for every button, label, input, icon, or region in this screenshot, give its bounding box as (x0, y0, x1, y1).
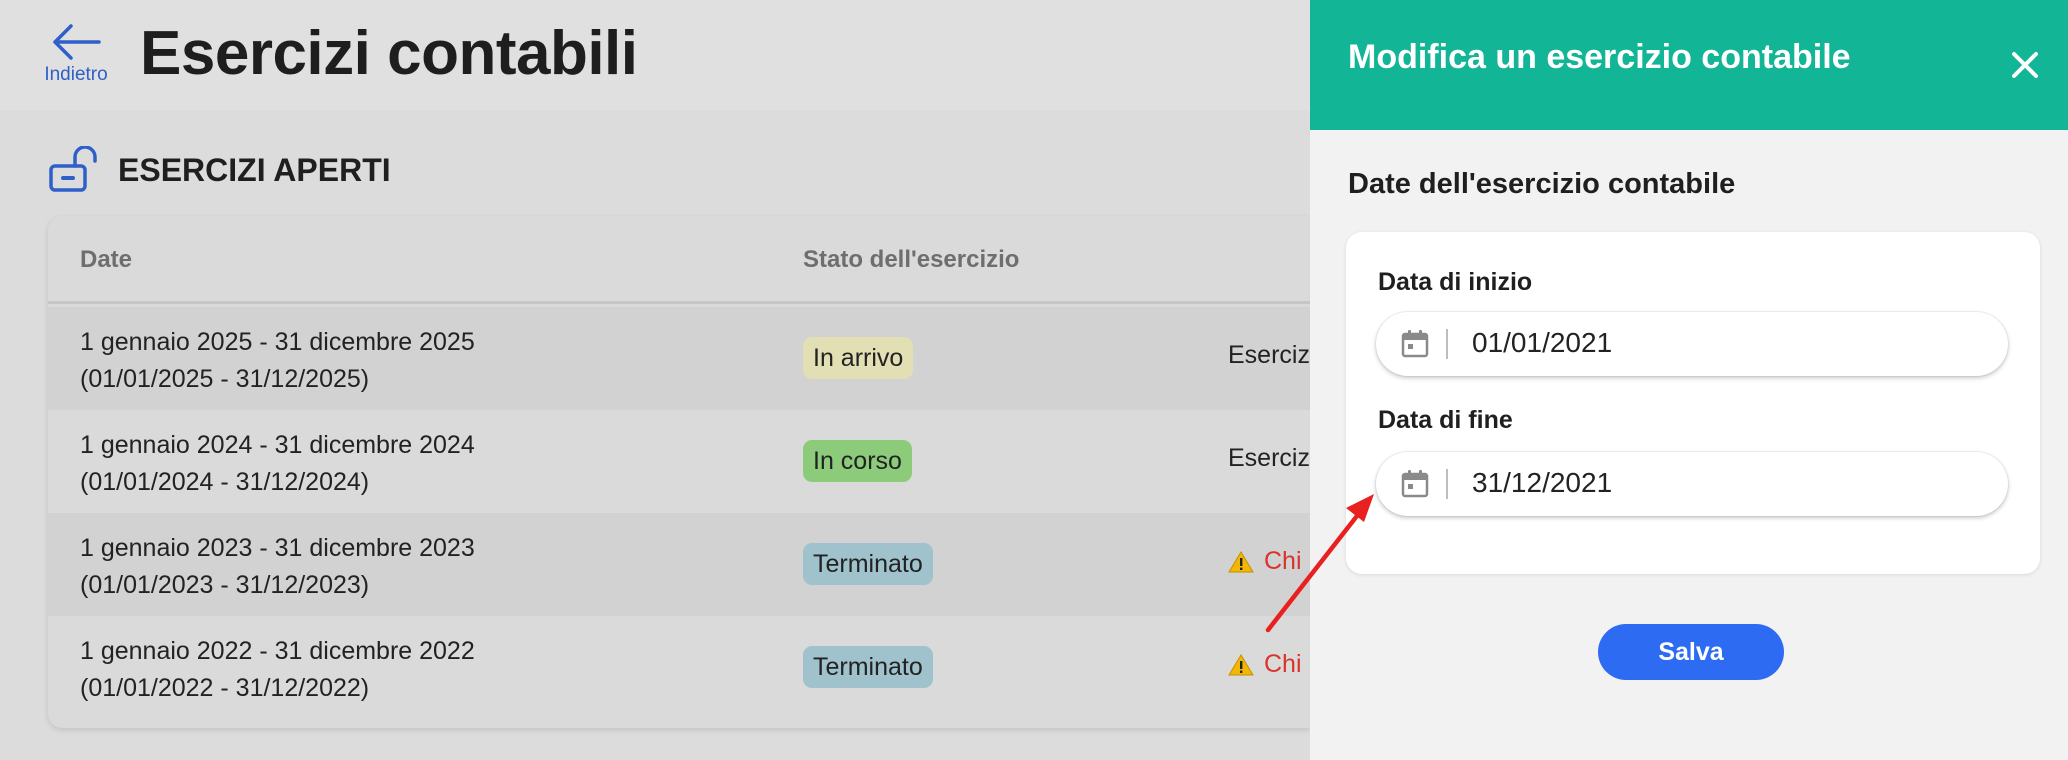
input-separator (1446, 329, 1448, 359)
period-dates: 1 gennaio 2025 - 31 dicembre 2025 (01/01… (80, 328, 475, 393)
back-label: Indietro (44, 64, 108, 85)
close-button[interactable] (2000, 40, 2050, 90)
end-date-value: 31/12/2021 (1472, 467, 1613, 498)
table-row[interactable]: 1 gennaio 2022 - 31 dicembre 2022 (01/01… (48, 616, 1310, 719)
accounting-periods-page: Indietro Esercizi contabili ESERCIZI APE… (0, 0, 1310, 760)
app-root: Indietro Esercizi contabili ESERCIZI APE… (0, 0, 2068, 760)
unlock-icon (49, 146, 97, 192)
section-title: ESERCIZI APERTI (118, 151, 391, 188)
calendar-icon (1401, 330, 1429, 358)
warning-icon (1228, 653, 1254, 675)
drawer-header: Modifica un esercizio contabile (1310, 0, 2068, 130)
action-label: Chi (1264, 547, 1302, 575)
column-header-status: Stato dell'esercizio (803, 246, 1020, 273)
row-action-link[interactable]: Eserciz (1228, 444, 1310, 473)
start-date-value: 01/01/2021 (1472, 327, 1613, 358)
back-button[interactable]: Indietro (38, 22, 114, 88)
table-row[interactable]: 1 gennaio 2024 - 31 dicembre 2024 (01/01… (48, 410, 1310, 513)
close-period-action[interactable]: Chi (1228, 650, 1302, 679)
input-separator (1446, 469, 1448, 499)
drawer-subtitle: Date dell'esercizio contabile (1348, 168, 1736, 200)
start-date-label: Data di inizio (1378, 268, 1533, 296)
table-row[interactable]: 1 gennaio 2023 - 31 dicembre 2023 (01/01… (48, 513, 1310, 616)
period-dates: 1 gennaio 2024 - 31 dicembre 2024 (01/01… (80, 431, 475, 496)
start-date-input[interactable]: 01/01/2021 (1376, 312, 2008, 376)
calendar-icon (1401, 470, 1429, 498)
status-badge: Terminato (803, 543, 933, 585)
status-badge: Terminato (803, 646, 933, 688)
action-label: Chi (1264, 650, 1302, 678)
open-periods-section-header: ESERCIZI APERTI (48, 146, 391, 194)
dates-form-card: Data di inizio 01/01/2021 Data di fine 3… (1346, 232, 2040, 574)
periods-table: Date Stato dell'esercizio 1 gennaio 2025… (48, 216, 1310, 728)
drawer-title: Modifica un esercizio contabile (1348, 38, 1851, 76)
top-bar: Indietro Esercizi contabili (0, 0, 1310, 110)
warning-icon (1228, 550, 1254, 572)
period-dates: 1 gennaio 2022 - 31 dicembre 2022 (01/01… (80, 637, 475, 702)
back-arrow-icon (53, 24, 101, 60)
close-icon (2012, 52, 2038, 78)
period-dates: 1 gennaio 2023 - 31 dicembre 2023 (01/01… (80, 534, 475, 599)
page-title: Esercizi contabili (140, 19, 638, 88)
table-row[interactable]: 1 gennaio 2025 - 31 dicembre 2025 (01/01… (48, 307, 1310, 410)
table-header: Date Stato dell'esercizio (48, 216, 1310, 304)
end-date-label: Data di fine (1378, 406, 1513, 434)
column-header-date: Date (80, 246, 133, 273)
status-badge: In corso (803, 440, 912, 482)
close-period-action[interactable]: Chi (1228, 547, 1302, 576)
save-button[interactable]: Salva (1598, 624, 1784, 680)
edit-period-drawer: Modifica un esercizio contabile Date del… (1310, 0, 2068, 760)
status-badge: In arrivo (803, 337, 914, 379)
row-action-link[interactable]: Eserciz (1228, 341, 1310, 370)
end-date-input[interactable]: 31/12/2021 (1376, 452, 2008, 516)
